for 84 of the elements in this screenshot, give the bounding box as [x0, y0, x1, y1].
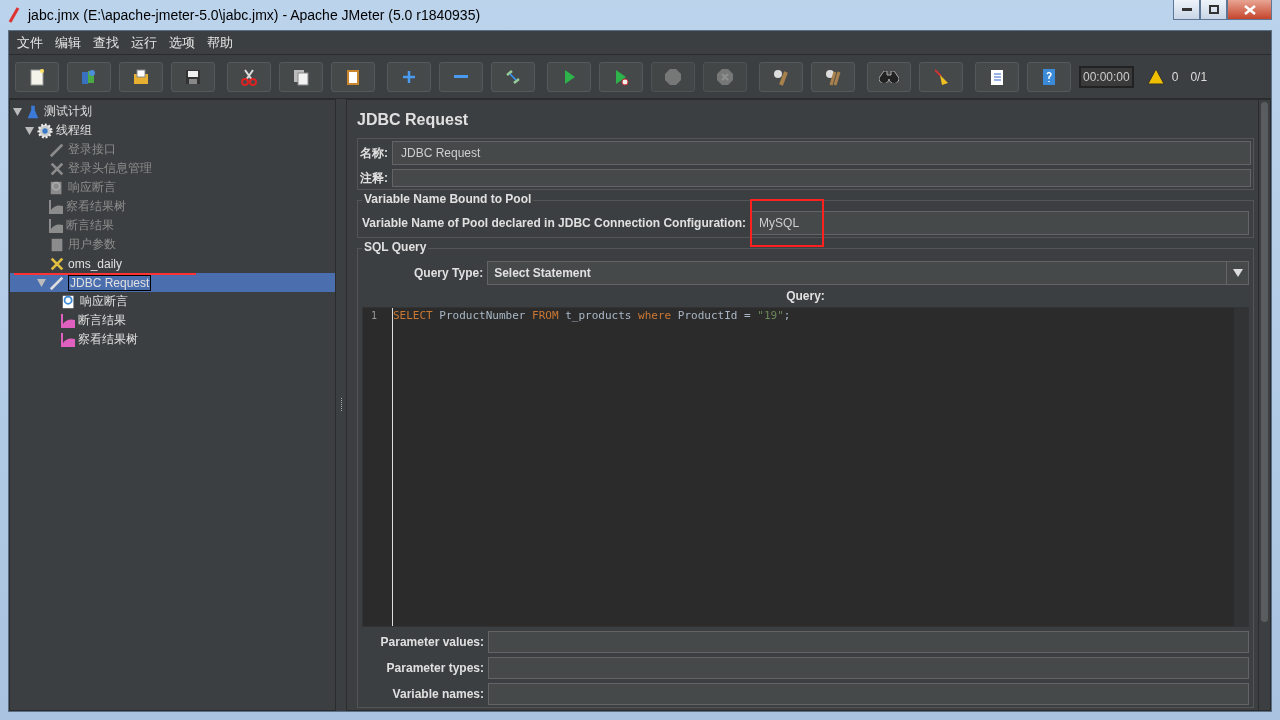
- tree-item[interactable]: 响应断言: [10, 292, 335, 311]
- menu-item[interactable]: 文件: [11, 33, 49, 52]
- comment-field[interactable]: [392, 169, 1251, 187]
- save-icon: [184, 67, 202, 86]
- new-document-icon: [28, 67, 46, 86]
- comment-label: 注释:: [360, 169, 388, 187]
- parameter-field[interactable]: [488, 683, 1249, 705]
- parameter-field[interactable]: [488, 631, 1249, 653]
- line-number: 1: [370, 309, 379, 323]
- query-type-label: Query Type:: [414, 266, 484, 280]
- copy-icon: [292, 67, 310, 86]
- tree-item[interactable]: 线程组: [10, 121, 335, 140]
- toolbar-button[interactable]: [227, 61, 271, 92]
- close-icon: [1243, 4, 1256, 15]
- templates-icon: [80, 67, 98, 86]
- broom-icon: [932, 67, 950, 86]
- tree-item[interactable]: 测试计划: [10, 102, 335, 121]
- chart-icon: [61, 313, 75, 328]
- chart-icon: [49, 199, 63, 214]
- splitter-grip-icon[interactable]: [339, 398, 343, 412]
- maximize-button[interactable]: [1200, 0, 1227, 20]
- chart-icon: [49, 218, 63, 233]
- tree-item[interactable]: 察看结果树: [10, 330, 335, 349]
- minimize-icon: [1181, 8, 1192, 11]
- query-editor[interactable]: 1 SELECT ProductNumber FROM t_products where ProductId = "19";: [362, 307, 1249, 627]
- menu-item[interactable]: 选项: [163, 33, 201, 52]
- parameter-label: Parameter types:: [385, 661, 484, 675]
- toolbar-button[interactable]: [119, 61, 163, 92]
- window-title: jabc.jmx (E:\apache-jmeter-5.0\jabc.jmx) - Apache JMeter (5.0 r1840935): [28, 7, 481, 23]
- flask-icon: [25, 103, 41, 120]
- dropdown-arrow-icon: [1232, 269, 1243, 277]
- help-icon: [1040, 67, 1058, 86]
- name-field[interactable]: JDBC Request: [392, 141, 1251, 165]
- toolbar-button[interactable]: [171, 61, 215, 92]
- menu-item[interactable]: 编辑: [49, 33, 87, 52]
- toolbar-button[interactable]: [331, 61, 375, 92]
- menu-item[interactable]: 查找: [87, 33, 125, 52]
- code-line: SELECT ProductNumber FROM t_products where ProductId = "19";: [393, 308, 792, 323]
- thread-count: 0/1: [1190, 69, 1208, 84]
- name-label: 名称:: [360, 144, 388, 162]
- elapsed-timer: 00:00:00: [1079, 65, 1134, 88]
- parameter-field[interactable]: [488, 657, 1249, 679]
- warning-icon: [1145, 67, 1166, 86]
- maximize-icon: [1208, 5, 1219, 14]
- section-legend: Variable Name Bound to Pool: [362, 192, 534, 206]
- folder-icon: [132, 67, 150, 86]
- minimize-button[interactable]: [1173, 0, 1200, 20]
- minus-icon: [454, 75, 468, 78]
- shutdown-icon: [716, 67, 734, 86]
- toggle-icon: [504, 67, 522, 86]
- tree-item[interactable]: JDBC Request: [10, 273, 335, 292]
- section-legend: SQL Query: [362, 240, 429, 254]
- expand-caret-icon[interactable]: [24, 126, 34, 135]
- toolbar-button[interactable]: [759, 61, 803, 92]
- toolbar-button[interactable]: [975, 61, 1019, 92]
- tools-icon: [49, 255, 65, 272]
- scrollbar-thumb[interactable]: [1261, 102, 1268, 622]
- close-button[interactable]: [1227, 0, 1272, 20]
- tools-icon: [49, 160, 65, 177]
- gear-icon: [37, 122, 53, 139]
- expand-caret-icon[interactable]: [36, 278, 46, 287]
- menu-item[interactable]: 运行: [125, 33, 163, 52]
- tree-item[interactable]: 断言结果: [10, 311, 335, 330]
- expand-caret-icon[interactable]: [12, 107, 22, 116]
- tree-item[interactable]: oms_daily: [10, 254, 335, 273]
- query-type-dropdown[interactable]: Select Statement: [487, 261, 1249, 285]
- clipboard-icon: [344, 67, 362, 86]
- scissors-icon: [240, 67, 258, 86]
- toolbar-button[interactable]: [811, 61, 855, 92]
- list-icon: [988, 67, 1006, 86]
- binoculars-icon: [879, 70, 899, 83]
- pool-name-field[interactable]: MySQL: [750, 211, 1249, 235]
- panel-title: JDBC Request: [357, 110, 470, 130]
- toolbar-button[interactable]: [279, 61, 323, 92]
- warning-count: 0: [1171, 69, 1179, 84]
- parameter-label: Variable names:: [391, 687, 484, 701]
- pool-name-label: Variable Name of Pool declared in JDBC Connection Configuration:: [362, 216, 747, 230]
- stop-icon: [664, 67, 682, 86]
- query-label: Query:: [786, 289, 825, 303]
- chart-icon: [61, 332, 75, 347]
- pen-icon: [49, 141, 65, 158]
- menu-item[interactable]: 帮助: [201, 33, 239, 52]
- parameter-label: Parameter values:: [379, 635, 484, 649]
- toolbar-button[interactable]: [15, 61, 59, 92]
